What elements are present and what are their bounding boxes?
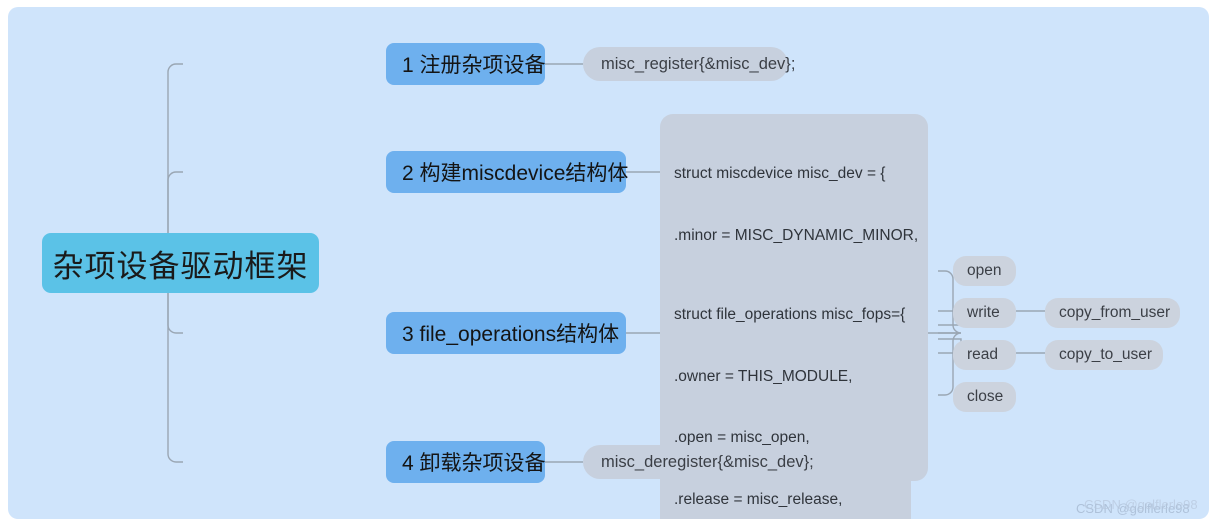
detail-pill-copy-from-user-label: copy_from_user: [1059, 304, 1171, 321]
screenshot-root: 杂项设备驱动框架 1 注册杂项设备 misc_register{&misc_de…: [0, 0, 1217, 527]
branch-node-1-label: 1 注册杂项设备: [402, 54, 546, 77]
root-node-label: 杂项设备驱动框架: [52, 248, 309, 284]
op-node-close[interactable]: close: [953, 382, 1016, 412]
op-node-open[interactable]: open: [953, 256, 1016, 286]
op-node-close-label: close: [967, 388, 1004, 405]
watermark-csdn-overlay: CSDN @golflerle98: [1084, 497, 1198, 512]
code-line: struct miscdevice misc_dev = {: [674, 165, 886, 182]
detail-pill-misc-register[interactable]: misc_register{&misc_dev};: [583, 47, 795, 81]
branch-node-4[interactable]: 4 卸载杂项设备: [386, 441, 546, 483]
mindmap-canvas: 杂项设备驱动框架 1 注册杂项设备 misc_register{&misc_de…: [8, 7, 1209, 519]
code-line: struct file_operations misc_fops={: [674, 306, 906, 323]
op-node-read[interactable]: read: [953, 340, 1016, 370]
code-line: .minor = MISC_DYNAMIC_MINOR,: [674, 226, 919, 244]
detail-pill-copy-to-user-label: copy_to_user: [1059, 346, 1153, 363]
branch-node-1[interactable]: 1 注册杂项设备: [386, 43, 546, 85]
op-node-write-label: write: [967, 304, 1000, 321]
code-line: .owner = THIS_MODULE,: [674, 367, 853, 385]
detail-pill-copy-from-user[interactable]: copy_from_user: [1045, 298, 1180, 328]
root-node[interactable]: 杂项设备驱动框架: [42, 233, 319, 293]
branch-node-4-label: 4 卸载杂项设备: [402, 452, 546, 475]
op-node-open-label: open: [967, 262, 1002, 279]
branch-node-3[interactable]: 3 file_operations结构体: [386, 312, 626, 354]
branch-node-3-label: 3 file_operations结构体: [402, 323, 620, 346]
op-node-write[interactable]: write: [953, 298, 1016, 328]
code-line: .release = misc_release,: [674, 490, 843, 508]
branch-node-2-label: 2 构建miscdevice结构体: [402, 162, 629, 185]
branch-node-2[interactable]: 2 构建miscdevice结构体: [386, 151, 629, 193]
detail-pill-misc-register-label: misc_register{&misc_dev};: [601, 54, 796, 73]
detail-pill-copy-to-user[interactable]: copy_to_user: [1045, 340, 1163, 370]
detail-pill-misc-deregister[interactable]: misc_deregister{&misc_dev};: [583, 445, 814, 479]
detail-pill-misc-deregister-label: misc_deregister{&misc_dev};: [601, 452, 814, 471]
code-block-file-operations[interactable]: struct file_operations misc_fops={ .owne…: [660, 255, 911, 519]
op-node-read-label: read: [967, 346, 999, 363]
